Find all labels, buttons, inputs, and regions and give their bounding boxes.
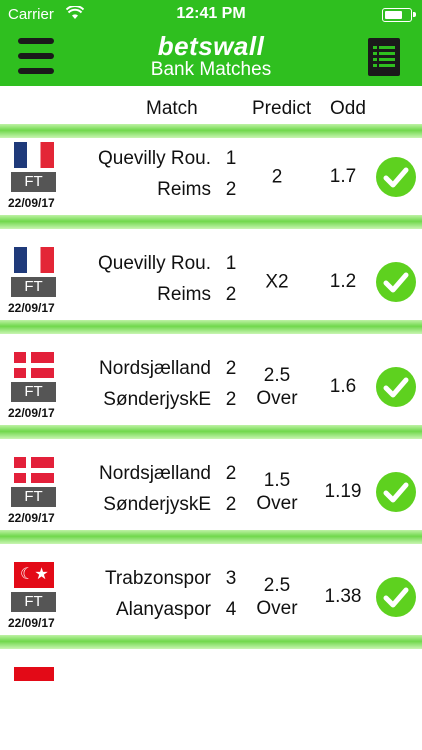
green-check-circle-icon [376, 156, 416, 197]
odd-value: 1.38 [324, 585, 362, 607]
nav-bar: betswall Bank Matches [0, 30, 422, 86]
odd-value: 1.6 [329, 375, 357, 397]
odd-value: 1.19 [324, 480, 362, 502]
green-check-circle-icon [376, 576, 416, 617]
column-predict: Predict [252, 98, 312, 119]
column-odd: Odd [330, 98, 366, 119]
france-flag-icon [14, 142, 54, 168]
home-score: 1 [225, 253, 237, 274]
brand-logo: betswall [157, 31, 265, 61]
home-score: 1 [225, 148, 237, 169]
odd-value: 1.2 [329, 270, 357, 292]
brand: betswall Bank Matches [0, 32, 422, 80]
home-team: Nordsjælland [99, 358, 211, 379]
page-title: Bank Matches [150, 59, 272, 80]
green-check-circle-icon [376, 366, 416, 407]
home-score: 2 [225, 463, 237, 484]
status-badge: FT [11, 277, 56, 297]
status-badge: FT [11, 382, 56, 402]
turkey-flag-icon: ☾★ [14, 562, 54, 588]
match-row[interactable]: FT 22/09/17 Nordsjælland SønderjyskE 2 2… [0, 453, 422, 530]
match-date: 22/09/17 [8, 511, 55, 525]
prediction: 2 [271, 166, 283, 187]
status-badge: FT [11, 172, 56, 192]
column-header: Match Predict Odd [0, 86, 422, 124]
home-team: Trabzonspor [105, 568, 211, 589]
match-row[interactable]: FT 22/09/17 Quevilly Rou. Reims 1 2 X2 1… [0, 243, 422, 320]
status-bar: Carrier 12:41 PM [0, 0, 422, 30]
status-badge: FT [11, 487, 56, 507]
prediction: 2.5 Over [256, 574, 298, 619]
bottom-area [0, 684, 422, 750]
battery-icon [382, 8, 416, 22]
france-flag-icon [14, 247, 54, 273]
away-score: 4 [225, 599, 237, 620]
away-team: Reims [157, 179, 211, 200]
home-team: Quevilly Rou. [98, 148, 211, 169]
away-score: 2 [225, 284, 237, 305]
turkey-flag-icon [14, 667, 54, 681]
green-check-circle-icon [376, 471, 416, 512]
clock: 12:41 PM [176, 5, 246, 22]
odd-value: 1.7 [329, 165, 357, 187]
column-match: Match [146, 98, 198, 119]
match-row[interactable]: ☾★ FT 22/09/17 Trabzonspor Alanyaspor 3 … [0, 558, 422, 635]
prediction: 1.5 Over [256, 469, 298, 514]
match-date: 22/09/17 [8, 196, 55, 210]
home-team: Nordsjælland [99, 463, 211, 484]
away-score: 2 [225, 389, 237, 410]
away-score: 2 [225, 494, 237, 515]
denmark-flag-icon [14, 352, 54, 378]
home-score: 3 [225, 568, 237, 589]
match-date: 22/09/17 [8, 406, 55, 420]
list-document-icon[interactable] [368, 38, 400, 76]
match-date: 22/09/17 [8, 301, 55, 315]
match-row[interactable]: FT 22/09/17 Nordsjælland SønderjyskE 2 2… [0, 348, 422, 425]
home-team: Quevilly Rou. [98, 253, 211, 274]
green-check-circle-icon [376, 261, 416, 302]
prediction: X2 [265, 271, 289, 292]
away-team: Reims [157, 284, 211, 305]
status-badge: FT [11, 592, 56, 612]
match-date: 22/09/17 [8, 616, 55, 630]
away-team: Alanyaspor [115, 599, 211, 620]
match-row-partial[interactable] [0, 663, 422, 684]
away-team: SønderjyskE [103, 494, 211, 515]
match-list[interactable]: FT 22/09/17 Quevilly Rou. Reims 1 2 2 1.… [0, 124, 422, 684]
match-row[interactable]: FT 22/09/17 Quevilly Rou. Reims 1 2 2 1.… [0, 138, 422, 215]
denmark-flag-icon [14, 457, 54, 483]
away-score: 2 [225, 179, 237, 200]
prediction: 2.5 Over [256, 364, 298, 409]
away-team: SønderjyskE [103, 389, 211, 410]
home-score: 2 [225, 358, 237, 379]
